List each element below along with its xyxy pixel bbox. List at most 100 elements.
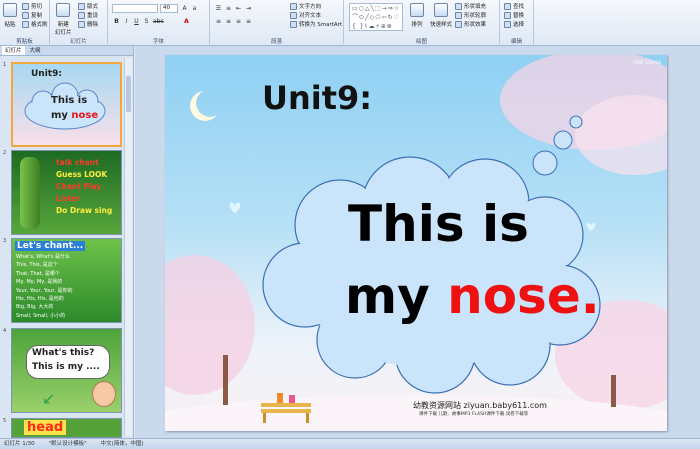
drawing-label: 绘图	[415, 39, 427, 45]
slide-number: 4	[3, 328, 7, 334]
chant-line: What's, What's 是什么	[16, 254, 71, 260]
arrow-graphic: ↙	[42, 389, 56, 408]
increase-indent-icon[interactable]: ⇥	[244, 4, 253, 13]
bullets-icon[interactable]: ☰	[214, 4, 223, 13]
font-color-icon[interactable]: A	[182, 17, 191, 26]
slide-thumbnail-3[interactable]: Let's chant... What's, What's 是什么 This, …	[11, 238, 122, 323]
paste-button[interactable]: 粘贴	[3, 3, 17, 28]
thumb-line2: my nose	[51, 110, 98, 121]
shadow-icon[interactable]: S	[142, 17, 151, 26]
align-center-icon[interactable]: ≡	[224, 17, 233, 26]
layout-icon	[78, 2, 85, 10]
copy-button[interactable]: 复制	[22, 11, 42, 19]
effects-icon	[455, 20, 462, 28]
thumb-line2-my: my	[51, 110, 72, 121]
corner-watermark: Hot Lions	[632, 59, 661, 66]
editing-group: 查找 替换 选择 编辑	[500, 0, 534, 46]
slide-line2[interactable]: my nose.	[345, 267, 600, 325]
slide-line1[interactable]: This is	[348, 195, 529, 253]
thumb4-line2: This is my ....	[32, 362, 100, 372]
ribbon: 粘贴 剪切 复制 格式刷 剪贴板 新建 幻灯片 版式 重设 删除 幻灯片 40 …	[0, 0, 700, 46]
chant-line: Small, Small, 小小的	[16, 312, 66, 319]
quick-styles-button[interactable]: 快速样式	[430, 3, 452, 28]
shape-effects-button[interactable]: 形状效果	[455, 20, 486, 28]
drawing-group: ▭○△╲⬚→⇒☆ ⌒⬭╱◇⬠⇦↻♡{ }⌇☁⚡⊕⊗ 排列 快速样式 形状填充 形状…	[344, 0, 500, 46]
current-slide[interactable]: Hot Lions Unit9: This is my nose. 幼教资源网站…	[165, 55, 667, 431]
align-right-icon[interactable]: ≡	[234, 17, 243, 26]
shapes-gallery[interactable]: ▭○△╲⬚→⇒☆ ⌒⬭╱◇⬠⇦↻♡{ }⌇☁⚡⊕⊗	[349, 3, 403, 31]
strikethrough-icon[interactable]: abc	[152, 17, 164, 26]
cut-button[interactable]: 剪切	[22, 2, 42, 10]
decrease-indent-icon[interactable]: ⇤	[234, 4, 243, 13]
copy-icon	[22, 11, 29, 19]
font-group: 40 A a B I U S abc A 字体	[108, 0, 210, 46]
site-credit-sub: 课件下载 儿歌、故事MP3 FLASH课件下载 试卷下载等	[419, 412, 529, 417]
status-bar: 幻灯片 1/30 "默认设计模板" 中文(简体，中国)	[0, 438, 700, 449]
shape-outline-button[interactable]: 形状轮廓	[455, 11, 486, 19]
bold-icon[interactable]: B	[112, 17, 121, 26]
shape-fill-button[interactable]: 形状填充	[455, 2, 486, 10]
thumb3-title: Let's chant...	[15, 241, 86, 251]
new-slide-button[interactable]: 新建 幻灯片	[55, 3, 72, 36]
chant-line: His, His, His, 是他的	[16, 296, 64, 303]
theme-name: "默认设计模板"	[48, 441, 87, 447]
numbering-icon[interactable]: ≡	[224, 4, 233, 13]
delete-icon	[78, 20, 85, 28]
tab-outline[interactable]: 大纲	[27, 46, 44, 55]
grow-font-icon[interactable]: A	[180, 4, 189, 13]
align-text-icon	[290, 11, 297, 19]
chant-line: Your, Your, Your, 是你的	[16, 287, 73, 294]
thumb4-line1: What's this?	[32, 348, 95, 358]
font-size-combo[interactable]: 40	[160, 4, 178, 13]
text-direction-icon	[290, 2, 297, 10]
replace-button[interactable]: 替换	[504, 11, 524, 19]
site-credit: 幼教资源网站 ziyuan.baby611.com	[413, 401, 547, 410]
layout-button[interactable]: 版式	[78, 2, 98, 10]
chant-line: My, My, My, 是我的	[16, 279, 63, 286]
slides-group: 新建 幻灯片 版式 重设 删除 幻灯片	[50, 0, 108, 46]
binoculars-icon	[504, 2, 511, 10]
italic-icon[interactable]: I	[122, 17, 131, 26]
slide-thumbnail-4[interactable]: What's this? This is my .... ↙	[11, 328, 122, 413]
scrollbar-thumb[interactable]	[126, 76, 131, 112]
reset-button[interactable]: 重设	[78, 11, 98, 19]
chant-line: Big, Big, 大大的	[16, 304, 54, 311]
cursor-icon	[504, 20, 511, 28]
slide-thumbnail-1[interactable]: Unit9: This is my nose	[11, 62, 122, 147]
language-indicator[interactable]: 中文(简体，中国)	[101, 439, 144, 449]
select-button[interactable]: 选择	[504, 20, 524, 28]
smartart-button[interactable]: 转换为 SmartArt	[290, 20, 342, 28]
delete-button[interactable]: 删除	[78, 20, 98, 28]
slide-number: 2	[3, 150, 7, 156]
thumb2-words: talk chant Guess LOOK Chant Play Lister …	[56, 157, 121, 217]
word-row: Do Draw sing	[56, 206, 113, 215]
align-text-button[interactable]: 对齐文本	[290, 11, 321, 19]
slide-unit-title[interactable]: Unit9:	[262, 79, 372, 117]
find-button[interactable]: 查找	[504, 2, 524, 10]
slide-panel: 幻灯片 大纲 1 Unit9: This is my nose 2 talk c…	[0, 46, 134, 438]
thumb3-lines: What's, What's 是什么 This, This, 是这个 That,…	[16, 253, 73, 320]
format-painter-button[interactable]: 格式刷	[22, 20, 48, 28]
thumb-line2-nose: nose	[71, 110, 99, 121]
shrink-font-icon[interactable]: a	[190, 4, 199, 13]
slide-number: 1	[3, 62, 7, 68]
smartart-icon	[290, 20, 297, 28]
slide-number: 3	[3, 238, 7, 244]
justify-icon[interactable]: ≡	[244, 17, 253, 26]
text-direction-button[interactable]: 文字方向	[290, 2, 321, 10]
scissors-icon	[22, 2, 29, 10]
slide-thumbnail-2[interactable]: talk chant Guess LOOK Chant Play Lister …	[11, 150, 122, 235]
arrange-button[interactable]: 排列	[410, 3, 424, 28]
thumb-line1: This is	[51, 95, 88, 106]
underline-icon[interactable]: U	[132, 17, 141, 26]
slide-thumbnail-5[interactable]: head	[11, 418, 122, 438]
arrange-icon	[410, 3, 424, 17]
tab-slides[interactable]: 幻灯片	[2, 46, 25, 55]
font-label: 字体	[152, 39, 164, 45]
align-left-icon[interactable]: ≡	[214, 17, 223, 26]
quick-styles-icon	[434, 3, 448, 17]
panel-scrollbar[interactable]	[124, 58, 132, 436]
font-name-combo[interactable]	[112, 4, 158, 13]
slide-count: 幻灯片 1/30	[4, 441, 35, 447]
slide-period: .	[580, 267, 600, 325]
